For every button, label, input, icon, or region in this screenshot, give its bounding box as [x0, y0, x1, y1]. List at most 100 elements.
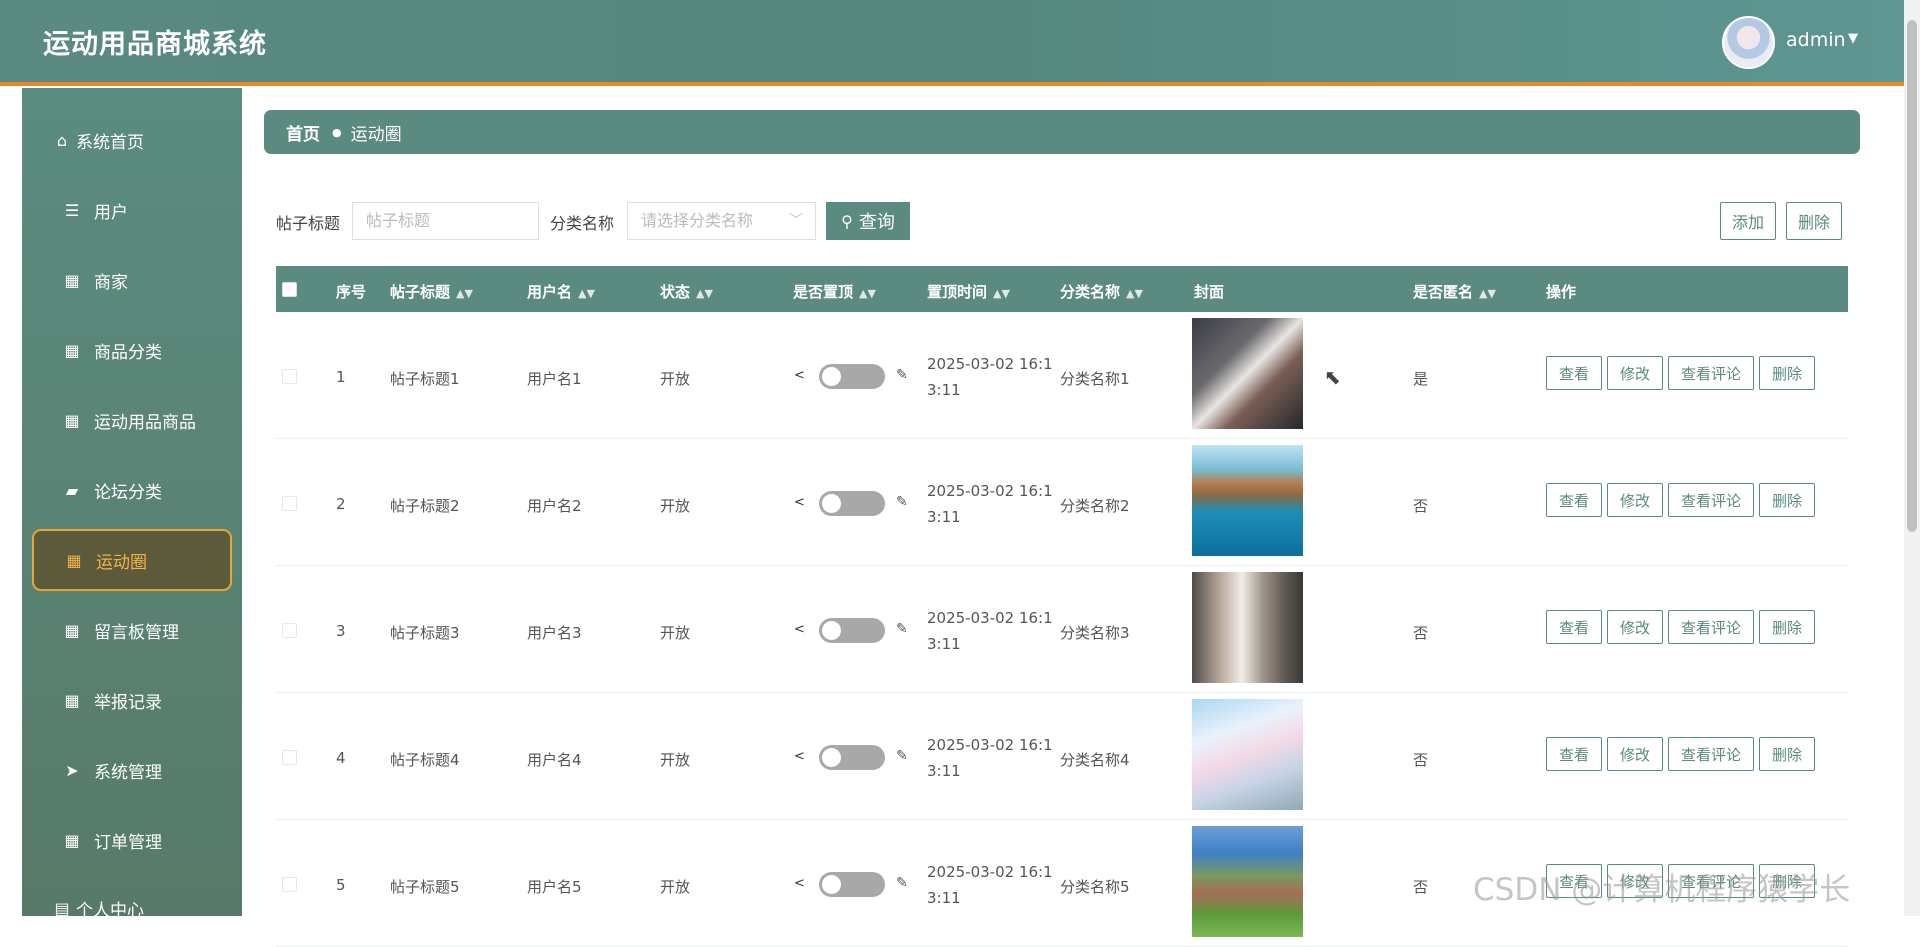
edit-icon[interactable]: ✎	[896, 494, 908, 510]
edit-icon[interactable]: ✎	[896, 621, 908, 637]
cell-anonymous: 否	[1413, 878, 1429, 896]
pinned-toggle[interactable]	[819, 618, 885, 643]
cover-image[interactable]	[1192, 318, 1303, 429]
view-comments-button[interactable]: 查看评论	[1668, 610, 1754, 644]
sidebar-item-label: 论坛分类	[94, 482, 162, 503]
edit-button[interactable]: 修改	[1607, 737, 1663, 771]
add-button[interactable]: 添加	[1720, 202, 1776, 240]
search-icon: ⚲	[841, 211, 853, 231]
user-name[interactable]: admin	[1786, 29, 1846, 51]
col-username[interactable]: 用户名 ▲▼	[527, 281, 595, 302]
edit-button[interactable]: 修改	[1607, 610, 1663, 644]
pinned-toggle[interactable]	[819, 364, 885, 389]
sidebar-item-merchants[interactable]: ▦ 商家	[22, 250, 242, 310]
cell-title: 帖子标题1	[390, 370, 460, 388]
sidebar-item-product-categories[interactable]: ▦ 商品分类	[22, 320, 242, 380]
title-label: 帖子标题	[276, 214, 341, 233]
sidebar-item-sports-products[interactable]: ▦ 运动用品商品	[22, 390, 242, 450]
cell-pin-time: 2025-03-02 16:13:11	[927, 609, 1053, 653]
category-select-placeholder: 请选择分类名称	[641, 211, 754, 230]
cell-status: 开放	[660, 624, 691, 642]
cell-username: 用户名1	[527, 370, 582, 388]
edit-icon[interactable]: ✎	[896, 748, 908, 764]
sidebar-item-orders[interactable]: ▦ 订单管理	[22, 810, 242, 870]
view-button[interactable]: 查看	[1546, 483, 1602, 517]
category-label: 分类名称	[550, 214, 615, 233]
toggle-knob	[822, 748, 841, 767]
view-button[interactable]: 查看	[1546, 356, 1602, 390]
edit-button[interactable]: 修改	[1607, 483, 1663, 517]
cell-title: 帖子标题2	[390, 497, 460, 515]
cell-title: 帖子标题5	[390, 878, 460, 896]
sort-icon: ▲▼	[696, 287, 713, 300]
col-pinned[interactable]: 是否置顶 ▲▼	[793, 281, 876, 302]
col-anonymous[interactable]: 是否匿名 ▲▼	[1413, 281, 1496, 302]
view-comments-button[interactable]: 查看评论	[1668, 356, 1754, 390]
title-search-input[interactable]: 帖子标题	[352, 202, 539, 240]
col-pin-time[interactable]: 置顶时间 ▲▼	[927, 281, 1010, 302]
delete-button[interactable]: 删除	[1759, 610, 1815, 644]
cell-title: 帖子标题4	[390, 751, 460, 769]
cell-status: 开放	[660, 370, 691, 388]
sort-icon: ▲▼	[578, 287, 595, 300]
toggle-knob	[822, 367, 841, 386]
delete-button[interactable]: 删除	[1759, 356, 1815, 390]
sort-icon: ▲▼	[456, 287, 473, 300]
edit-icon[interactable]: ✎	[896, 875, 908, 891]
col-pinned-label: 是否置顶	[793, 283, 854, 301]
select-all-checkbox[interactable]	[282, 282, 297, 297]
view-button[interactable]: 查看	[1546, 610, 1602, 644]
view-comments-button[interactable]: 查看评论	[1668, 483, 1754, 517]
edit-button[interactable]: 修改	[1607, 356, 1663, 390]
col-index: 序号	[336, 283, 367, 301]
pinned-toggle[interactable]	[819, 872, 885, 897]
row-checkbox[interactable]	[282, 496, 297, 511]
col-title[interactable]: 帖子标题 ▲▼	[390, 281, 473, 302]
sidebar-item-forum-categories[interactable]: ▰ 论坛分类	[22, 460, 242, 520]
row-checkbox[interactable]	[282, 877, 297, 892]
cover-image[interactable]	[1192, 826, 1303, 937]
pinned-toggle[interactable]	[819, 491, 885, 516]
sidebar-item-profile[interactable]: ▤ 个人中心	[22, 878, 242, 938]
user-avatar[interactable]	[1722, 16, 1775, 69]
delete-button[interactable]: 删除	[1759, 737, 1815, 771]
query-button[interactable]: ⚲ 查询	[826, 202, 910, 240]
sidebar-item-label: 商家	[94, 272, 128, 293]
cover-image[interactable]	[1192, 445, 1303, 556]
share-icon: <	[794, 368, 805, 383]
cell-category: 分类名称5	[1060, 878, 1130, 896]
sidebar-item-sports-circle[interactable]: ▦ 运动圈	[32, 529, 232, 591]
category-select[interactable]: 请选择分类名称 ﹀	[627, 202, 816, 240]
cell-index: 4	[336, 749, 346, 767]
batch-delete-button[interactable]: 删除	[1786, 202, 1842, 240]
sidebar-item-label: 商品分类	[94, 342, 162, 363]
toggle-knob	[822, 494, 841, 513]
sidebar-item-message-board[interactable]: ▦ 留言板管理	[22, 600, 242, 660]
edit-icon[interactable]: ✎	[896, 367, 908, 383]
caret-down-icon[interactable]: ▼	[1848, 31, 1858, 46]
watermark: CSDN @计算机程序猿学长	[1473, 872, 1851, 908]
col-category[interactable]: 分类名称 ▲▼	[1060, 281, 1143, 302]
row-checkbox[interactable]	[282, 369, 297, 384]
view-comments-button[interactable]: 查看评论	[1668, 737, 1754, 771]
cell-status: 开放	[660, 497, 691, 515]
sidebar-item-home[interactable]: ⌂ 系统首页	[22, 110, 242, 170]
row-checkbox[interactable]	[282, 750, 297, 765]
sidebar-item-users[interactable]: ☰ 用户	[22, 180, 242, 240]
cell-username: 用户名4	[527, 751, 582, 769]
row-checkbox[interactable]	[282, 623, 297, 638]
sidebar-item-system[interactable]: ➤ 系统管理	[22, 740, 242, 800]
col-status[interactable]: 状态 ▲▼	[660, 281, 713, 302]
cover-image[interactable]	[1192, 572, 1303, 683]
top-header: 运动用品商城系统 admin ▼	[0, 0, 1904, 86]
breadcrumb-home[interactable]: 首页	[286, 120, 320, 145]
cell-anonymous: 否	[1413, 624, 1429, 642]
pinned-toggle[interactable]	[819, 745, 885, 770]
sidebar-item-reports[interactable]: ▦ 举报记录	[22, 670, 242, 730]
share-icon: <	[794, 749, 805, 764]
delete-button[interactable]: 删除	[1759, 483, 1815, 517]
cell-anonymous: 是	[1413, 370, 1429, 388]
view-button[interactable]: 查看	[1546, 737, 1602, 771]
cover-image[interactable]	[1192, 699, 1303, 810]
page-scroll-thumb[interactable]	[1907, 20, 1917, 532]
